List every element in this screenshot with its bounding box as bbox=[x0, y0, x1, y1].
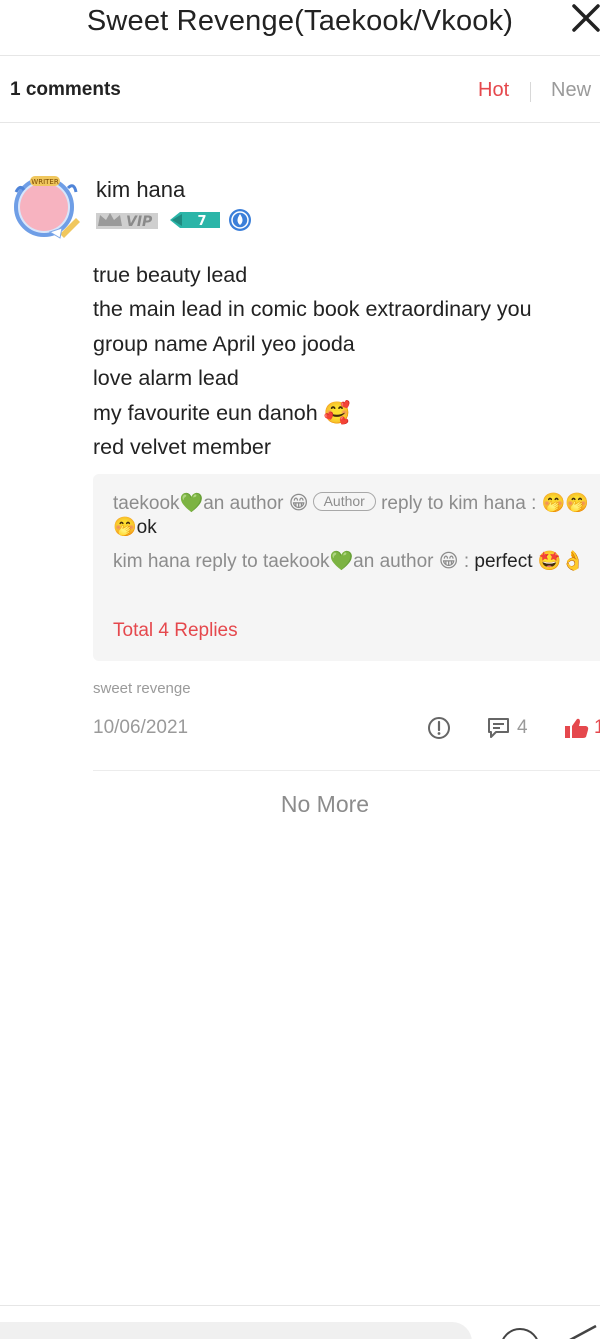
close-icon[interactable] bbox=[570, 0, 600, 38]
drop-badge-icon bbox=[229, 209, 251, 231]
reply-item[interactable]: taekook💚an author 😁 Author reply to kim h… bbox=[113, 492, 593, 540]
reply-item[interactable]: kim hana reply to taekook💚an author 😁 : … bbox=[113, 550, 593, 574]
emoji-icon[interactable] bbox=[500, 1328, 540, 1339]
comment-line: true beauty lead bbox=[93, 263, 248, 287]
reply-target: reply to kim hana : bbox=[381, 493, 537, 514]
comment-icon[interactable] bbox=[486, 716, 512, 740]
send-icon[interactable] bbox=[566, 1324, 600, 1339]
no-more-label: No More bbox=[280, 791, 370, 817]
level-label: 7 bbox=[197, 214, 206, 229]
sort-hot-tab[interactable]: Hot bbox=[478, 79, 509, 102]
comment-line: red velvet member bbox=[93, 435, 272, 460]
avatar[interactable]: WRITER bbox=[10, 174, 82, 240]
header: Sweet Revenge(Taekook/Vkook) bbox=[0, 0, 600, 56]
sort-new-tab[interactable]: New bbox=[551, 79, 591, 102]
reply-text: perfect 🤩👌 bbox=[474, 551, 586, 572]
comment-input[interactable] bbox=[0, 1322, 472, 1339]
reply-target: reply to taekook💚an author 😁 : bbox=[195, 551, 470, 572]
bottom-input-bar bbox=[0, 1305, 600, 1339]
svg-text:WRITER: WRITER bbox=[31, 178, 59, 186]
replies-box[interactable]: taekook💚an author 😁 Author reply to kim h… bbox=[93, 474, 600, 661]
comments-sort-bar: 1 comments Hot New bbox=[0, 57, 600, 123]
divider bbox=[93, 770, 600, 771]
comment-count-label: 1 comments bbox=[10, 79, 121, 100]
comment-count: 4 bbox=[517, 717, 528, 738]
comment-date: 10/06/2021 bbox=[93, 717, 189, 738]
comment-line: group name April yeo jooda bbox=[93, 331, 355, 356]
user-badges: VIP 7 bbox=[96, 209, 251, 231]
author-tag: Author bbox=[312, 492, 376, 511]
page-title: Sweet Revenge(Taekook/Vkook) bbox=[86, 5, 514, 37]
comment-line: my favourite eun danoh 🥰 bbox=[93, 400, 351, 425]
level-badge-icon: 7 bbox=[170, 212, 220, 229]
like-count: 1 bbox=[594, 717, 600, 738]
comment-username[interactable]: kim hana bbox=[96, 177, 185, 203]
comment-line: the main lead in comic book extraordinar… bbox=[93, 297, 532, 322]
novel-name[interactable]: sweet revenge bbox=[93, 680, 191, 697]
vip-crown-icon: VIP bbox=[96, 213, 158, 230]
comment-body: true beauty lead the main lead in comic … bbox=[93, 258, 532, 464]
thumbs-up-icon[interactable] bbox=[564, 716, 590, 740]
total-replies-link[interactable]: Total 4 Replies bbox=[113, 620, 238, 642]
reply-author: kim hana bbox=[113, 551, 191, 572]
sort-divider bbox=[530, 82, 531, 102]
reply-author: taekook💚an author 😁 bbox=[113, 493, 309, 514]
comment-line: love alarm lead bbox=[93, 366, 239, 391]
report-icon[interactable] bbox=[427, 716, 451, 740]
vip-label: VIP bbox=[126, 214, 153, 230]
